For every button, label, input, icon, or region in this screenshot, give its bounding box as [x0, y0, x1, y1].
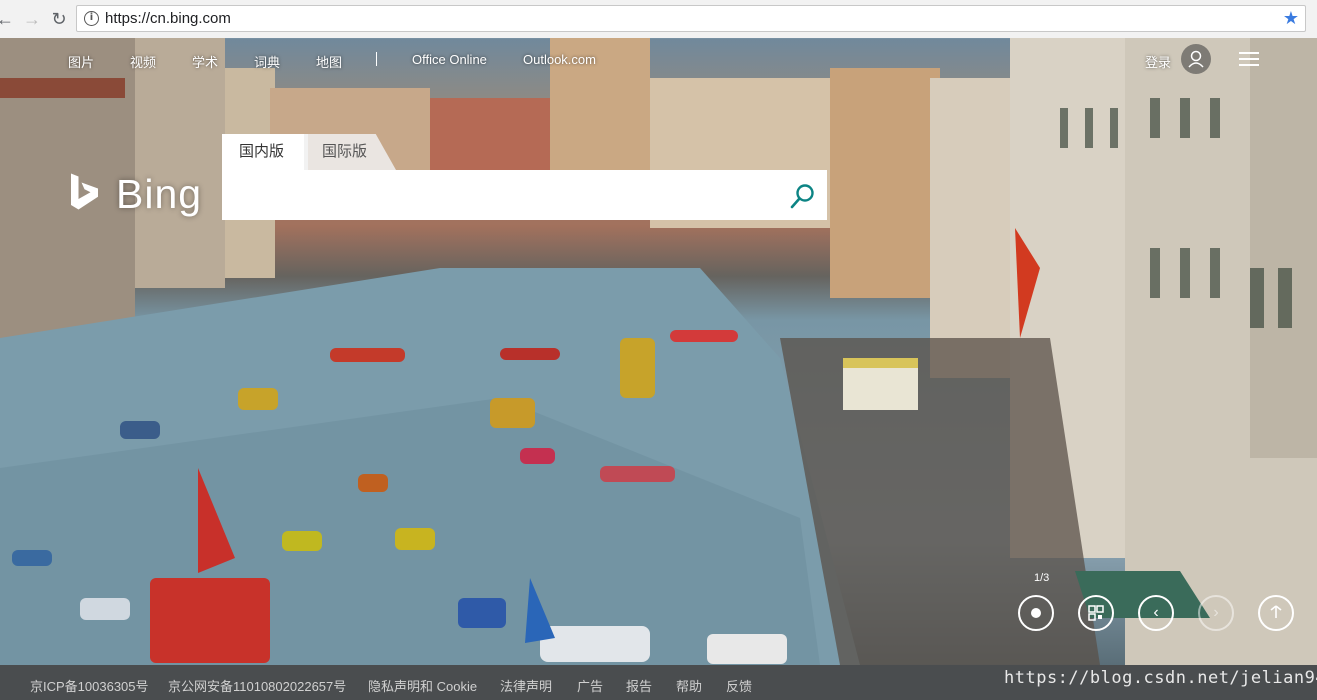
footer-feedback-link[interactable]: 反馈: [726, 676, 752, 695]
forward-arrow-icon[interactable]: →: [21, 8, 43, 30]
nav-separator: [376, 52, 377, 66]
hamburger-menu-icon[interactable]: [1239, 52, 1259, 70]
nav-item-outlook[interactable]: Outlook.com: [523, 52, 596, 67]
footer-report-link[interactable]: 报告: [626, 676, 652, 695]
previous-image-button[interactable]: ‹: [1138, 595, 1174, 631]
nav-item-academic[interactable]: 学术: [192, 52, 218, 71]
footer-help-link[interactable]: 帮助: [676, 676, 702, 695]
watermark-text: https://blog.csdn.net/jelian94: [1004, 668, 1317, 688]
footer-ads-link[interactable]: 广告: [577, 676, 603, 695]
qr-code-icon[interactable]: [1078, 595, 1114, 631]
venice-scene-illustration: [0, 38, 1317, 665]
reload-icon[interactable]: ↻: [48, 8, 70, 30]
footer-legal-link[interactable]: 法律声明: [500, 676, 552, 695]
info-icon[interactable]: i: [84, 11, 99, 26]
nav-item-office-online[interactable]: Office Online: [412, 52, 487, 67]
bookmark-star-icon[interactable]: ★: [1283, 8, 1299, 29]
user-avatar-icon[interactable]: [1181, 44, 1211, 74]
address-url[interactable]: https://cn.bing.com: [105, 10, 231, 27]
browser-toolbar: ← → ↻ i https://cn.bing.com ★: [0, 0, 1317, 39]
bing-logo-icon: [71, 173, 98, 210]
footer-icp-link[interactable]: 京ICP备10036305号: [30, 676, 149, 695]
download-icon[interactable]: [1258, 595, 1294, 631]
search-icon[interactable]: [789, 182, 817, 210]
next-image-button[interactable]: ›: [1198, 595, 1234, 631]
nav-item-videos[interactable]: 视频: [130, 52, 156, 71]
bing-logo-text: Bing: [116, 171, 203, 217]
footer-privacy-link[interactable]: 隐私声明和 Cookie: [368, 676, 477, 695]
carousel-counter: 1/3: [1034, 572, 1050, 584]
footer-police-link[interactable]: 京公网安备11010802022657号: [168, 676, 346, 695]
background-image: [0, 38, 1317, 665]
search-input[interactable]: [234, 180, 778, 212]
image-info-icon[interactable]: [1018, 595, 1054, 631]
tab-domestic[interactable]: 国内版: [222, 134, 308, 170]
nav-item-dictionary[interactable]: 词典: [254, 52, 280, 71]
nav-item-images[interactable]: 图片: [68, 52, 94, 71]
back-arrow-icon[interactable]: ←: [0, 8, 16, 30]
search-box: [222, 170, 827, 220]
address-bar[interactable]: i https://cn.bing.com ★: [76, 5, 1306, 32]
login-link[interactable]: 登录: [1145, 52, 1171, 71]
nav-item-maps[interactable]: 地图: [316, 52, 342, 71]
